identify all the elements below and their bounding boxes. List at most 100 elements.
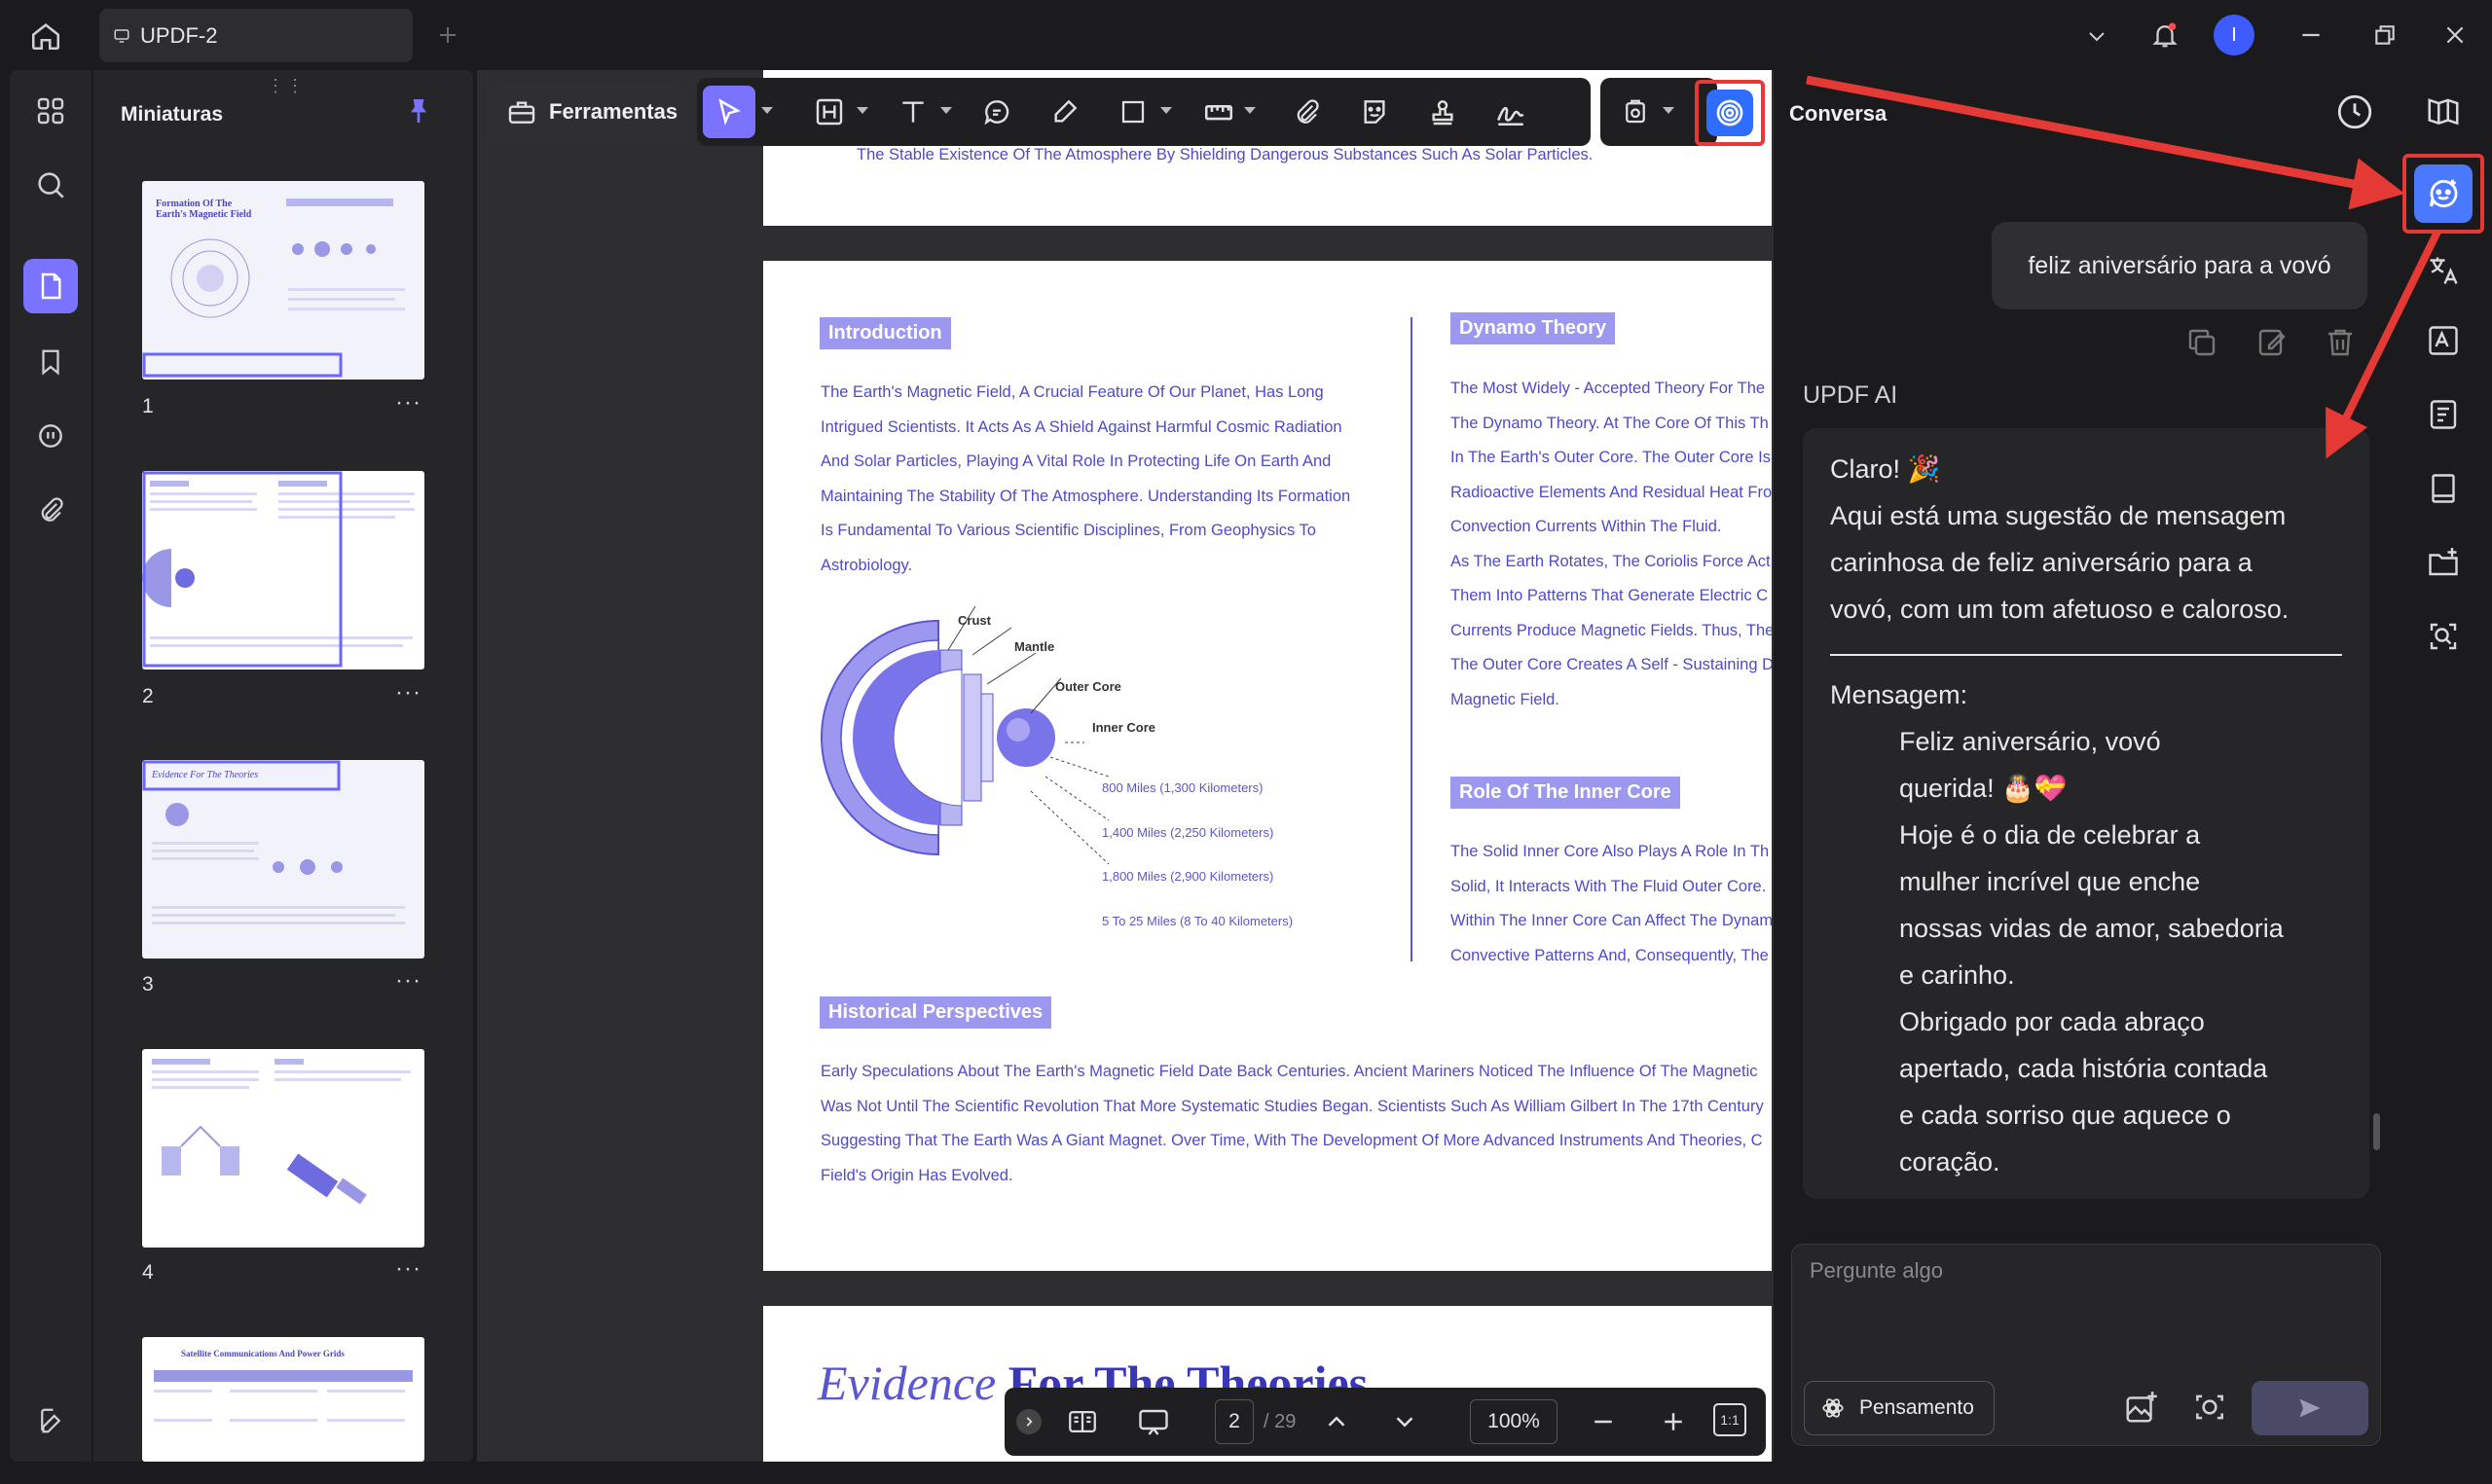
diagram-distance-4: 5 To 25 Miles (8 To 40 Kilometers) <box>1102 914 1294 928</box>
thumbnail-page-4[interactable] <box>142 1049 424 1248</box>
thumbnails-grid-icon[interactable] <box>23 84 78 138</box>
translate-icon[interactable] <box>2416 243 2471 298</box>
ocr-icon[interactable] <box>2416 313 2471 368</box>
send-button[interactable] <box>2252 1381 2368 1435</box>
stamp-tool-icon[interactable] <box>1421 90 1464 133</box>
diagram-label-crust: Crust <box>958 613 991 628</box>
text-line: As The Earth Rotates, The Coriolis Force… <box>1450 552 1771 570</box>
panel-drag-handle[interactable]: ⋮⋮ <box>267 76 306 96</box>
ai-response-line: Aqui está uma sugestão de mensagem <box>1830 501 2287 530</box>
measure-tool-icon[interactable] <box>1197 90 1240 133</box>
chat-scrollbar[interactable] <box>2373 1113 2380 1150</box>
close-icon[interactable] <box>2436 18 2474 53</box>
response-divider <box>1830 654 2342 656</box>
heading-tool-icon[interactable] <box>808 90 851 133</box>
screenshot-tool-icon[interactable] <box>1614 90 1657 133</box>
ai-response-card: Claro! 🎉 Aqui está uma sugestão de mensa… <box>1803 428 2369 1199</box>
thumbnail-more-button[interactable]: ··· <box>395 389 421 416</box>
chat-title: Conversa <box>1789 101 1887 126</box>
page-current: 2 <box>1228 1410 1240 1432</box>
actual-size-icon[interactable]: 1:1 <box>1713 1403 1746 1436</box>
new-tab-icon[interactable] <box>432 19 463 51</box>
intro-paragraph: The Earth's Magnetic Field, A Crucial Fe… <box>821 376 1366 583</box>
search-icon[interactable] <box>23 158 78 212</box>
message-line: Hoje é o dia de celebrar a <box>1899 820 2201 850</box>
thumbnail-diagram <box>152 1059 411 1205</box>
delete-icon[interactable] <box>2323 325 2358 360</box>
attach-file-tool-icon[interactable] <box>1285 90 1328 133</box>
document-tab[interactable]: UPDF-2 <box>99 9 413 62</box>
settings-icon[interactable] <box>23 1394 78 1448</box>
updf-ai-icon <box>1706 90 1753 136</box>
signature-tool-icon[interactable] <box>1489 90 1532 133</box>
ai-assistant-button[interactable] <box>2402 154 2484 234</box>
batch-folder-icon[interactable] <box>2416 535 2471 590</box>
sticker-tool-icon[interactable] <box>1353 90 1396 133</box>
attachment-icon[interactable] <box>23 483 78 537</box>
zoom-level-field[interactable]: 100% <box>1470 1399 1558 1444</box>
text-line: Convection Currents Within The Fluid. <box>1450 518 1722 535</box>
text-line: Was Not Until The Scientific Revolution … <box>821 1097 1764 1115</box>
minimize-icon[interactable] <box>2291 18 2330 53</box>
camera-icon[interactable] <box>2191 1389 2228 1426</box>
organize-pages-icon[interactable] <box>2416 461 2471 516</box>
collapse-arrow-icon[interactable] <box>1016 1409 1042 1434</box>
section-heading-introduction: Introduction <box>820 317 951 349</box>
previous-page-icon[interactable] <box>1322 1407 1351 1436</box>
diagram-label-mantle: Mantle <box>1014 639 1055 654</box>
restore-icon[interactable] <box>2365 18 2404 53</box>
message-line: querida! 🎂💝 <box>1899 774 2068 803</box>
zoom-out-icon[interactable] <box>1589 1407 1618 1436</box>
thumbnail-number: 3 <box>142 973 154 995</box>
thinking-icon <box>1820 1395 1846 1421</box>
text-tool-icon[interactable] <box>892 90 934 133</box>
zoom-in-icon[interactable] <box>1659 1407 1688 1436</box>
pin-icon[interactable] <box>403 95 434 127</box>
page-layout-icon[interactable] <box>1065 1405 1100 1438</box>
select-tool-icon[interactable] <box>703 86 755 138</box>
copy-icon[interactable] <box>2184 325 2219 360</box>
highlighter-tool-icon[interactable] <box>1044 90 1086 133</box>
pages-icon[interactable] <box>23 259 78 313</box>
home-icon[interactable] <box>25 16 66 56</box>
thumbnail-page-3[interactable]: Evidence For The Theories <box>142 760 424 959</box>
thumbnail-more-button[interactable]: ··· <box>395 967 421 995</box>
history-icon[interactable] <box>2334 91 2375 132</box>
bookmark-icon[interactable] <box>23 335 78 389</box>
next-page-icon[interactable] <box>1390 1407 1419 1436</box>
message-line: Obrigado por cada abraço <box>1899 1007 2205 1036</box>
search-ai-icon[interactable] <box>2416 609 2471 664</box>
page-total: / 29 <box>1264 1411 1297 1432</box>
page-title-italic: Evidence <box>818 1356 997 1410</box>
shape-tool-icon[interactable] <box>1112 90 1154 133</box>
presentation-icon[interactable] <box>1135 1405 1172 1440</box>
notification-bell-icon[interactable] <box>2144 16 2186 54</box>
chevron-down-icon[interactable] <box>2077 19 2116 53</box>
diagram-distance-2: 1,400 Miles (2,250 Kilometers) <box>1102 825 1274 840</box>
form-icon[interactable] <box>2416 387 2471 442</box>
thumbnail-more-button[interactable]: ··· <box>395 679 421 706</box>
thumbnails-title: Miniaturas <box>121 103 224 126</box>
page-number-input[interactable]: 2 <box>1215 1399 1254 1444</box>
chat-input-box[interactable]: Pergunte algo Pensamento <box>1791 1244 2381 1446</box>
edit-icon[interactable] <box>2254 325 2290 360</box>
diagram-distance-3: 1,800 Miles (2,900 Kilometers) <box>1102 869 1274 884</box>
thumbnail-page-2[interactable] <box>142 471 424 670</box>
add-image-icon[interactable] <box>2123 1389 2160 1426</box>
comment-tool-icon[interactable] <box>975 90 1018 133</box>
updf-ai-button[interactable] <box>1695 80 1765 146</box>
thumbnail-number: 2 <box>142 685 154 707</box>
message-line: apertado, cada história contada <box>1899 1054 2268 1083</box>
thumbnail-more-button[interactable]: ··· <box>395 1255 421 1283</box>
message-line: e cada sorriso que aquece o <box>1899 1101 2231 1130</box>
tools-button[interactable]: Ferramentas <box>489 82 687 142</box>
reader-mode-icon[interactable] <box>2416 84 2471 138</box>
avatar-letter: I <box>2231 23 2237 46</box>
title-bar: UPDF-2 I <box>0 0 2492 70</box>
thinking-toggle-button[interactable]: Pensamento <box>1804 1381 1995 1435</box>
text-line: The Dynamo Theory. At The Core Of This T… <box>1450 414 1769 432</box>
comment-icon[interactable] <box>23 409 78 463</box>
thumbnail-page-1[interactable]: Formation Of The Earth's Magnetic Field <box>142 181 424 380</box>
thumbnail-page-5[interactable]: Satellite Communications And Power Grids <box>142 1337 424 1462</box>
avatar[interactable]: I <box>2214 15 2254 55</box>
